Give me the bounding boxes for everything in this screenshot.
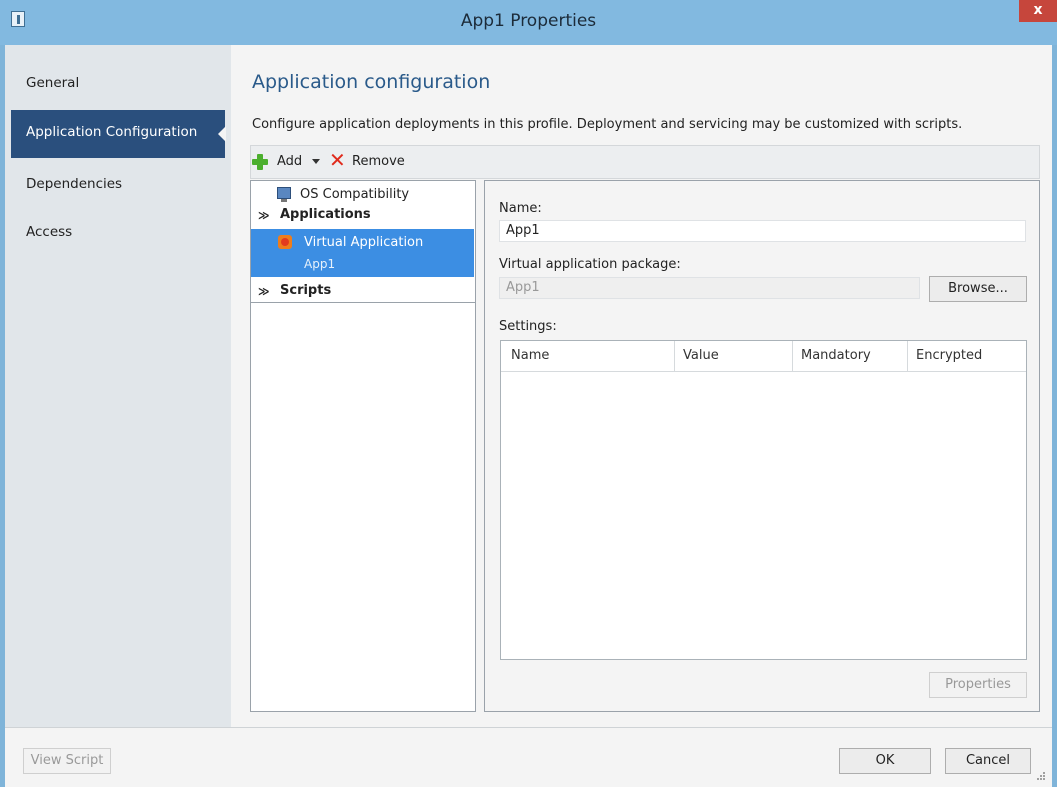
settings-grid[interactable]: Name Value Mandatory Encrypted xyxy=(500,340,1027,660)
add-button[interactable]: Add xyxy=(277,154,302,169)
browse-button[interactable]: Browse... xyxy=(929,276,1027,302)
tree-item-label: Virtual Application xyxy=(304,235,424,250)
window-title: App1 Properties xyxy=(460,11,597,31)
ok-button[interactable]: OK xyxy=(839,748,931,774)
column-header-value[interactable]: Value xyxy=(683,348,719,363)
tree-divider xyxy=(250,302,476,303)
tree-item-os-compatibility[interactable]: OS Compatibility xyxy=(300,187,409,202)
close-button[interactable]: x xyxy=(1019,0,1057,22)
nav-item-access[interactable]: Access xyxy=(26,224,72,240)
settings-label: Settings: xyxy=(499,319,557,334)
collapse-icon[interactable]: ≫ xyxy=(258,285,270,298)
name-field[interactable]: App1 xyxy=(499,220,1026,242)
title-bar[interactable]: App1 Properties x xyxy=(0,0,1057,45)
add-icon[interactable] xyxy=(252,154,268,170)
remove-icon[interactable]: ✕ xyxy=(329,150,346,170)
resize-grip-icon[interactable] xyxy=(1035,770,1045,780)
nav-item-label: Application Configuration xyxy=(26,124,198,140)
nav-item-general[interactable]: General xyxy=(26,75,79,91)
nav-item-dependencies[interactable]: Dependencies xyxy=(26,176,122,192)
monitor-icon xyxy=(277,187,291,202)
nav-item-application-configuration[interactable]: Application Configuration xyxy=(11,110,226,158)
page-title: Application configuration xyxy=(252,71,491,93)
tree-group-scripts[interactable]: Scripts xyxy=(280,283,331,298)
column-divider[interactable] xyxy=(674,341,675,372)
package-label: Virtual application package: xyxy=(499,257,681,272)
column-header-mandatory[interactable]: Mandatory xyxy=(801,348,871,363)
tree-item-sublabel: App1 xyxy=(304,257,336,271)
page-description: Configure application deployments in thi… xyxy=(252,117,963,132)
chevron-down-icon[interactable] xyxy=(312,159,320,164)
column-header-name[interactable]: Name xyxy=(511,348,549,363)
package-field[interactable]: App1 xyxy=(499,277,920,299)
name-label: Name: xyxy=(499,201,542,216)
column-divider[interactable] xyxy=(792,341,793,372)
settings-grid-header: Name Value Mandatory Encrypted xyxy=(501,341,1026,372)
column-header-encrypted[interactable]: Encrypted xyxy=(916,348,982,363)
tree-group-applications[interactable]: Applications xyxy=(280,207,371,222)
view-script-button[interactable]: View Script xyxy=(23,748,111,774)
remove-button[interactable]: Remove xyxy=(352,154,405,169)
properties-button[interactable]: Properties xyxy=(929,672,1027,698)
cancel-button[interactable]: Cancel xyxy=(945,748,1031,774)
virtual-app-icon xyxy=(278,235,292,249)
collapse-icon[interactable]: ≫ xyxy=(258,209,270,222)
column-divider[interactable] xyxy=(907,341,908,372)
